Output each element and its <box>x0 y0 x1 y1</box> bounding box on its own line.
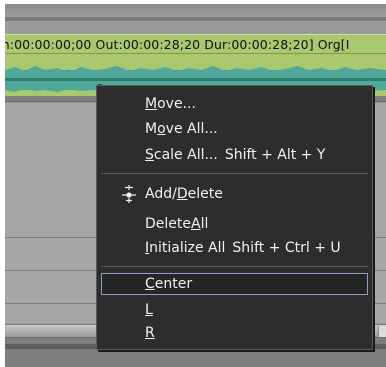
timeline-top-band <box>5 4 386 21</box>
menu-item-mnemonic: A <box>191 216 201 232</box>
menu-item-mnemonic: D <box>176 186 188 202</box>
menu-item-scale-all[interactable]: Scale All... Shift + Alt + Y <box>101 144 368 166</box>
menu-item-label-post: enter <box>154 276 193 292</box>
top-band-edge <box>5 17 386 21</box>
menu-item-move[interactable]: Move... <box>101 93 368 115</box>
menu-item-center[interactable]: Center <box>101 273 368 295</box>
menu-item-add-delete[interactable]: Add/Delete <box>101 183 368 205</box>
menu-separator <box>101 266 368 267</box>
menu-item-label-post: nitialize All <box>149 240 226 256</box>
menu-separator <box>101 173 368 174</box>
menu-item-shortcut: Shift + Alt + Y <box>224 147 326 163</box>
menu-item-left[interactable]: L <box>101 299 368 321</box>
menu-item-mnemonic: L <box>145 302 153 318</box>
clip-header[interactable]: In:00:00:00;00 Out:00:00:28;20 Dur:00:00… <box>5 34 386 54</box>
menu-item-delete-all[interactable]: Delete All <box>101 213 368 235</box>
menu-item-label-post: ll <box>200 216 209 232</box>
menu-item-label-pre: M <box>145 121 158 137</box>
menu-item-mnemonic: M <box>145 96 158 112</box>
menu-item-label-post: ove... <box>157 96 196 112</box>
menu-item-shortcut: Shift + Ctrl + U <box>232 240 341 256</box>
menu-item-label-post: elete <box>187 186 223 202</box>
menu-item-label-post: cale All... <box>153 147 218 163</box>
menu-item-mnemonic: R <box>145 325 155 341</box>
menu-item-mnemonic: C <box>145 276 155 292</box>
add-delete-point-icon <box>122 185 136 203</box>
menu-item-mnemonic: S <box>145 147 154 163</box>
menu-item-label-post: ve All... <box>165 121 218 137</box>
menu-item-mnemonic: o <box>157 121 166 137</box>
menu-item-right[interactable]: R <box>101 322 368 344</box>
scrollbar-thumb[interactable] <box>378 326 386 337</box>
menu-item-initialize-all[interactable]: Initialize All Shift + Ctrl + U <box>101 237 368 259</box>
menu-item-label-pre: Delete <box>145 216 191 232</box>
context-menu: Move... Mo ve All... Scale All... Shift + … <box>96 85 373 350</box>
menu-item-move-all[interactable]: Mo ve All... <box>101 118 368 140</box>
clip-timecode-info: In:00:00:00;00 Out:00:00:28;20 Dur:00:00… <box>5 37 350 52</box>
menu-item-label-pre: Add/ <box>145 186 177 202</box>
